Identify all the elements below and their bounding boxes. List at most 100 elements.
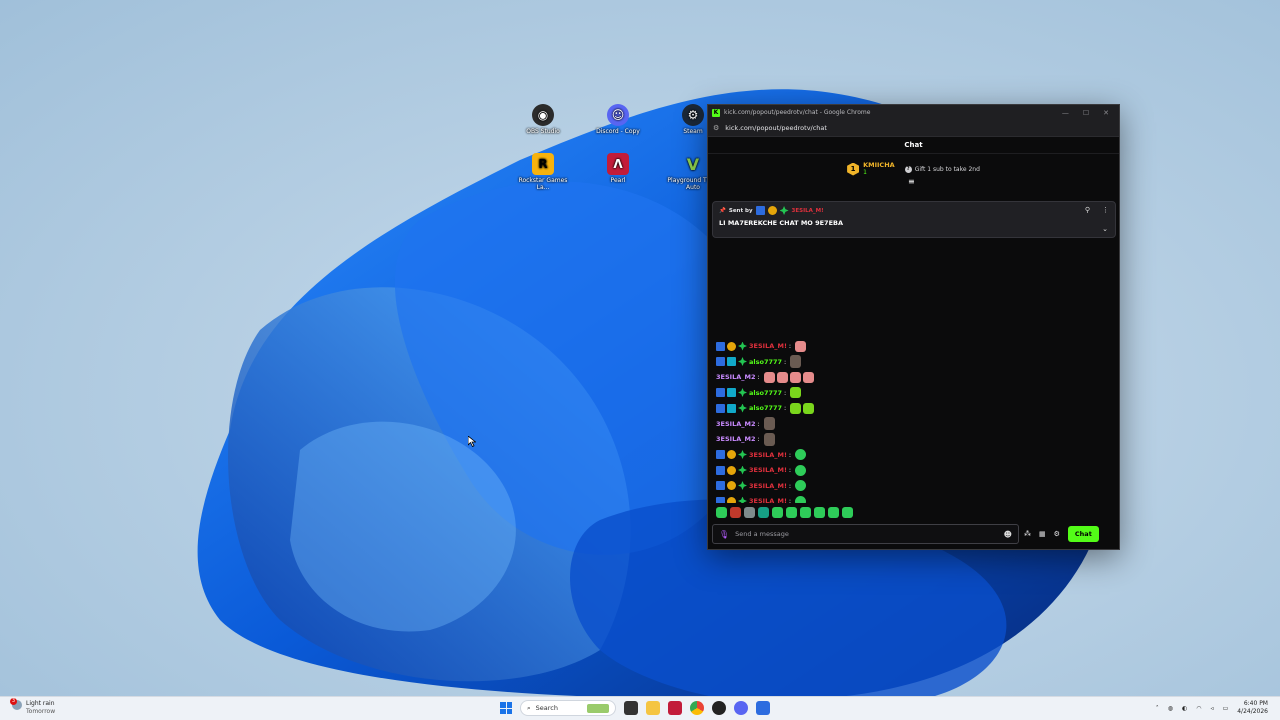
unpin-icon[interactable]: ⚲ bbox=[1085, 206, 1090, 214]
send-chat-button[interactable]: Chat bbox=[1067, 526, 1099, 542]
desktop-icon-discord[interactable]: ☺ Discord - Copy bbox=[590, 104, 646, 135]
network-icon[interactable]: ◍ bbox=[1168, 705, 1173, 712]
chat-message[interactable]: also7777: bbox=[716, 387, 802, 399]
emote-icon[interactable] bbox=[772, 507, 783, 518]
chrome-taskbar-icon[interactable] bbox=[690, 701, 704, 715]
emote-icon[interactable] bbox=[763, 371, 775, 383]
emote-icon[interactable] bbox=[842, 507, 853, 518]
chat-username[interactable]: 3ESILA_M2 bbox=[716, 373, 755, 381]
chat-username[interactable]: 3ESILA_M! bbox=[749, 466, 787, 474]
emote-icon[interactable] bbox=[716, 507, 727, 518]
emote-icon[interactable] bbox=[795, 480, 807, 491]
discord-taskbar-icon[interactable] bbox=[734, 701, 748, 715]
emote-icon[interactable] bbox=[795, 449, 807, 460]
address-bar[interactable]: ⚙ kick.com/popout/peedrotv/chat bbox=[708, 120, 1119, 137]
chat-username[interactable]: 3ESILA_M! bbox=[749, 497, 787, 503]
emote-icon[interactable] bbox=[795, 495, 807, 503]
user-badge-icon bbox=[727, 403, 736, 413]
chat-username[interactable]: also7777 bbox=[749, 389, 782, 397]
collapse-icon[interactable]: ≡ bbox=[908, 177, 915, 186]
wifi-icon[interactable]: ◠ bbox=[1196, 705, 1201, 712]
desktop-icon-pearl[interactable]: Λ Pearl bbox=[590, 153, 646, 184]
chat-message[interactable]: 3ESILA_M!: bbox=[716, 480, 807, 492]
top-gifter[interactable]: 1 KMIICHA 1 bbox=[847, 162, 895, 176]
window-titlebar[interactable]: K kick.com/popout/peedrotv/chat - Google… bbox=[708, 105, 1119, 120]
gift-icon[interactable]: ⁂ bbox=[1024, 530, 1031, 538]
chat-message[interactable]: 3ESILA_M!: bbox=[716, 449, 807, 461]
file-explorer-icon[interactable] bbox=[646, 701, 660, 715]
url-text: kick.com/popout/peedrotv/chat bbox=[725, 124, 827, 132]
chat-message[interactable]: 3ESILA_M2: bbox=[716, 432, 775, 446]
chat-username[interactable]: 3ESILA_M2 bbox=[716, 420, 755, 428]
more-options-icon[interactable]: ⋮ bbox=[1102, 206, 1109, 214]
emote-icon[interactable] bbox=[802, 371, 814, 383]
taskbar-search[interactable]: ⌕ Search bbox=[520, 700, 616, 716]
gear-icon[interactable]: ⚙ bbox=[1054, 530, 1060, 538]
site-info-icon[interactable]: ⚙ bbox=[713, 124, 719, 132]
chat-username[interactable]: 3ESILA_M! bbox=[749, 482, 787, 490]
emote-icon[interactable] bbox=[795, 464, 807, 476]
emote-icon[interactable] bbox=[730, 507, 741, 518]
chat-username[interactable]: also7777 bbox=[749, 358, 782, 366]
desktop-icon-label: OBS Studio bbox=[526, 128, 560, 135]
chat-message[interactable]: 3ESILA_M!: bbox=[716, 464, 807, 476]
message-input[interactable] bbox=[735, 530, 998, 538]
desktop-icon-obs[interactable]: ◉ OBS Studio bbox=[515, 104, 571, 135]
mic-tray-icon[interactable]: ◐ bbox=[1182, 705, 1187, 712]
emote-icon[interactable] bbox=[758, 507, 769, 518]
emote-icon[interactable] bbox=[790, 355, 802, 368]
clock-time: 6:40 PM bbox=[1243, 700, 1268, 707]
chevron-up-icon[interactable]: ˄ bbox=[1156, 705, 1159, 712]
user-badge-icon bbox=[738, 341, 747, 351]
emote-icon[interactable] bbox=[744, 507, 755, 518]
user-badge-icon bbox=[738, 465, 747, 475]
emote-icon[interactable] bbox=[789, 371, 801, 383]
emote-icon[interactable] bbox=[763, 432, 775, 446]
chat-message[interactable]: 3ESILA_M!: bbox=[716, 340, 807, 352]
emote-icon[interactable] bbox=[763, 417, 775, 430]
chat-message[interactable]: 3ESILA_M!: bbox=[716, 495, 807, 503]
chat-message[interactable]: also7777: bbox=[716, 402, 815, 414]
emote-icon[interactable] bbox=[776, 371, 788, 383]
chat-username[interactable]: 3ESILA_M! bbox=[749, 451, 787, 459]
volume-icon[interactable]: ◃ bbox=[1211, 705, 1214, 712]
emote-icon[interactable] bbox=[828, 507, 839, 518]
user-badge-icon bbox=[727, 481, 736, 490]
user-badge-icon bbox=[716, 465, 725, 475]
clock[interactable]: 6:40 PM 4/24/2026 bbox=[1237, 700, 1268, 716]
close-icon[interactable]: ✕ bbox=[1103, 109, 1109, 117]
obs-taskbar-icon[interactable] bbox=[712, 701, 726, 715]
store-icon[interactable]: ▦ bbox=[1039, 530, 1046, 538]
task-view-icon[interactable] bbox=[624, 701, 638, 715]
emote-icon[interactable] bbox=[790, 402, 802, 414]
gift-sub-prompt[interactable]: ? Gift 1 sub to take 2nd bbox=[904, 165, 980, 173]
emote-icon[interactable] bbox=[790, 387, 802, 398]
steam-icon: ⚙ bbox=[682, 104, 704, 126]
emoji-picker-icon[interactable]: ☻ bbox=[1004, 530, 1012, 539]
chat-message-list[interactable]: 3ESILA_M!: also7777:3ESILA_M2: also7777: al… bbox=[708, 195, 1119, 503]
badge-icon bbox=[779, 206, 789, 215]
chat-message[interactable]: also7777: bbox=[716, 355, 802, 368]
emote-icon[interactable] bbox=[814, 507, 825, 518]
emote-icon[interactable] bbox=[786, 507, 797, 518]
weather-widget[interactable]: 3 Light rain Tomorrow bbox=[10, 698, 55, 716]
emote-icon[interactable] bbox=[795, 340, 807, 352]
chart-app-icon[interactable] bbox=[756, 701, 770, 715]
chat-message[interactable]: 3ESILA_M2: bbox=[716, 371, 814, 383]
microphone-icon[interactable]: 🎙 bbox=[719, 530, 729, 539]
chevron-down-icon[interactable]: ⌄ bbox=[1102, 225, 1108, 233]
chat-username[interactable]: also7777 bbox=[749, 404, 782, 412]
minimize-icon[interactable]: — bbox=[1062, 109, 1069, 117]
chat-message[interactable]: 3ESILA_M2: bbox=[716, 417, 775, 430]
badge-icon bbox=[767, 206, 777, 215]
battery-icon[interactable]: ▭ bbox=[1223, 705, 1229, 712]
emote-icon[interactable] bbox=[803, 402, 815, 414]
chat-username[interactable]: 3ESILA_M2 bbox=[716, 435, 755, 443]
pearl-taskbar-icon[interactable] bbox=[668, 701, 682, 715]
chat-username[interactable]: 3ESILA_M! bbox=[749, 342, 787, 350]
windows-start-icon[interactable] bbox=[500, 702, 512, 714]
desktop-icon-rockstar[interactable]: R Rockstar Games La... bbox=[515, 153, 571, 191]
emote-icon[interactable] bbox=[800, 507, 811, 518]
maximize-icon[interactable]: ☐ bbox=[1083, 109, 1089, 117]
pinned-sender[interactable]: 3ESILA_M! bbox=[792, 208, 824, 214]
